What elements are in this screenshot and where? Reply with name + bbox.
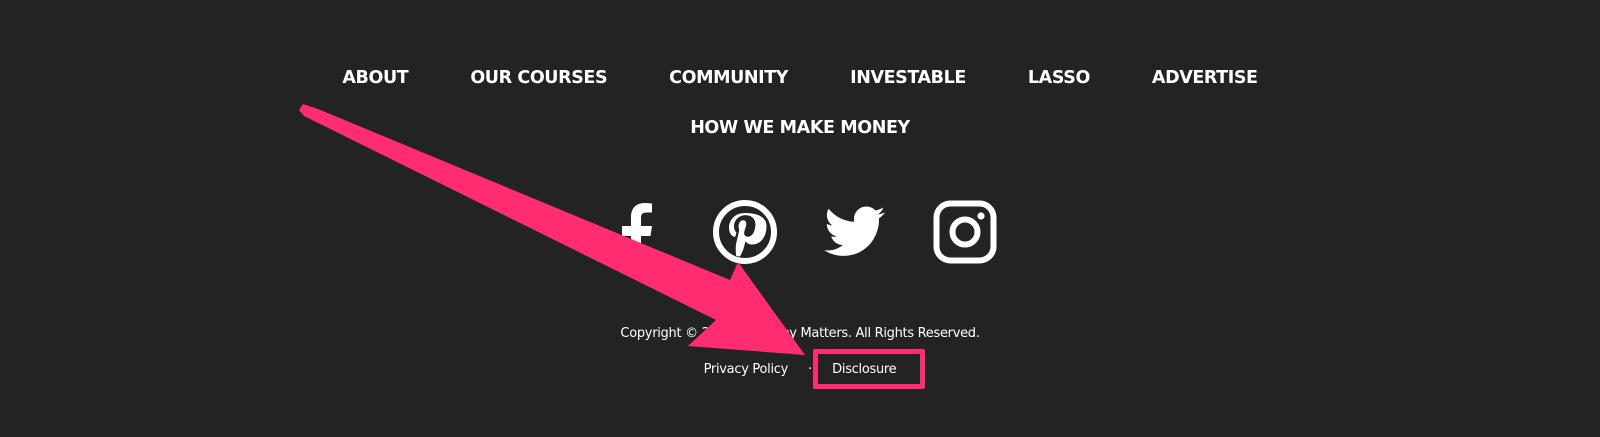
instagram-icon (933, 200, 997, 264)
legal-links: Privacy Policy · Disclosure (0, 362, 1600, 377)
footer-nav-row-primary: ABOUT OUR COURSES COMMUNITY INVESTABLE L… (0, 64, 1600, 92)
instagram-link[interactable] (933, 200, 997, 264)
pinterest-link[interactable] (713, 200, 777, 264)
disclosure-link[interactable]: Disclosure (832, 362, 896, 377)
twitter-link[interactable] (823, 200, 887, 264)
nav-link-how-we-make-money[interactable]: HOW WE MAKE MONEY (690, 118, 910, 138)
social-links (0, 197, 1600, 267)
nav-link-investable[interactable]: INVESTABLE (850, 68, 966, 88)
nav-link-lasso[interactable]: LASSO (1028, 68, 1090, 88)
footer-nav-row-secondary: HOW WE MAKE MONEY (0, 114, 1600, 142)
nav-link-community[interactable]: COMMUNITY (669, 68, 788, 88)
legal-separator: · (808, 362, 813, 377)
nav-link-our-courses[interactable]: OUR COURSES (470, 68, 607, 88)
pinterest-icon (713, 200, 777, 264)
nav-link-about[interactable]: ABOUT (342, 68, 408, 88)
twitter-icon (824, 206, 885, 256)
nav-link-advertise[interactable]: ADVERTISE (1152, 68, 1258, 88)
copyright-end: ey Matters. All Rights Reserved. (781, 326, 980, 341)
copyright-start: Copyright © 20 (620, 326, 718, 341)
facebook-link[interactable] (603, 200, 667, 264)
privacy-policy-link[interactable]: Privacy Policy (704, 362, 789, 377)
copyright-text: Copyright © 20 ey Matters. All Rights Res… (0, 326, 1600, 341)
facebook-icon (622, 203, 652, 264)
